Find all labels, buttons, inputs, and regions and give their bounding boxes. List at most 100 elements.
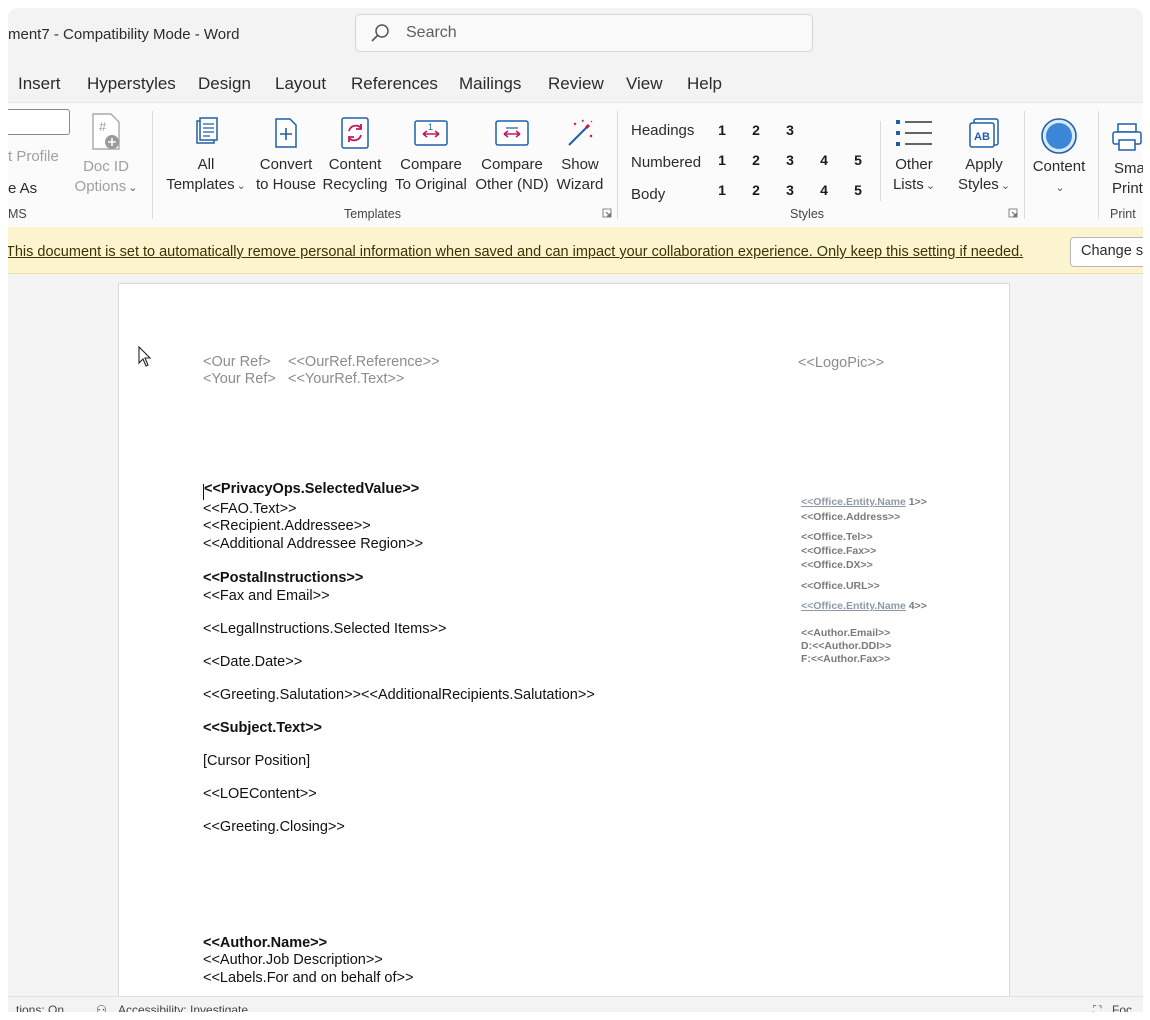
status-accessibility[interactable]: Accessibility: Investigate xyxy=(118,1003,248,1012)
postal-field: <<PostalInstructions>> xyxy=(203,570,364,586)
tab-help[interactable]: Help xyxy=(687,74,722,94)
save-as-button-partial[interactable]: e As xyxy=(8,179,37,199)
additional-addressee-field: <<Additional Addressee Region>> xyxy=(203,536,424,552)
mouse-pointer-icon xyxy=(138,346,152,367)
ribbon-tabs: Insert Hyperstyles Design Layout Referen… xyxy=(8,70,1143,100)
style-numbered-3[interactable]: 3 xyxy=(783,152,797,168)
styles-row-headings: Headings xyxy=(631,122,695,139)
show-wizard-button[interactable]: Show Wizard xyxy=(553,117,607,195)
doc-id-options-button[interactable]: # Doc ID Options ⌄ xyxy=(70,113,142,198)
logo-field: <<LogoPic>> xyxy=(798,355,885,371)
status-predictions[interactable]: tions: On xyxy=(16,1003,64,1012)
style-body-1[interactable]: 1 xyxy=(715,182,729,198)
name-box-partial[interactable] xyxy=(8,109,70,135)
change-setting-button[interactable]: Change se xyxy=(1070,237,1143,267)
fax-email-field: <<Fax and Email>> xyxy=(203,588,330,604)
status-focus[interactable]: Foc xyxy=(1112,1003,1132,1012)
search-box[interactable]: Search xyxy=(355,14,813,52)
group-label-templates: Templates xyxy=(344,207,401,221)
tab-review[interactable]: Review xyxy=(548,74,604,94)
separator xyxy=(617,111,618,219)
convert-label-1: Convert xyxy=(259,156,313,173)
style-numbered-1[interactable]: 1 xyxy=(715,152,729,168)
labels-behalf-field: <<Labels.For and on behalf of>> xyxy=(203,970,414,986)
styles-row-numbered: Numbered xyxy=(631,154,702,171)
tab-design[interactable]: Design xyxy=(198,74,251,94)
profile-button-partial[interactable]: t Profile xyxy=(8,147,59,167)
apply-styles-label-2: Styles xyxy=(957,176,999,193)
window-title: ment7 - Compatibility Mode - Word xyxy=(8,26,240,43)
content-label: Content xyxy=(1032,158,1086,175)
doc-id-label-1: Doc ID xyxy=(83,158,129,175)
bullet-list-icon xyxy=(896,120,932,146)
compare-original-label-2: To Original xyxy=(395,176,467,193)
convert-to-house-button[interactable]: Convert to House xyxy=(251,117,321,195)
compare-other-label-1: Compare xyxy=(481,156,543,173)
style-numbered-2[interactable]: 2 xyxy=(749,152,763,168)
templates-icon xyxy=(196,117,218,144)
content-button[interactable]: Content ⌄ xyxy=(1030,117,1088,198)
cursor-position-field: [Cursor Position] xyxy=(203,753,311,769)
author-job-field: <<Author.Job Description>> xyxy=(203,952,383,968)
smart-print-button[interactable]: Sma Print xyxy=(1108,123,1143,199)
chevron-down-icon: ⌄ xyxy=(128,182,138,194)
our-ref-label: <Our Ref> xyxy=(203,354,271,370)
compare-other-label-2: Other (ND) xyxy=(475,176,549,193)
privacy-message-bar: This document is set to automatically re… xyxy=(8,227,1143,274)
style-body-3[interactable]: 3 xyxy=(783,182,797,198)
separator xyxy=(880,121,881,201)
tab-insert[interactable]: Insert xyxy=(18,74,61,94)
svg-text:AB: AB xyxy=(974,131,990,143)
office-fax: <<Office.Fax>> xyxy=(801,545,877,557)
document-page[interactable]: <Our Ref> <<OurRef.Reference>> <Your Ref… xyxy=(118,283,1010,996)
tab-mailings[interactable]: Mailings xyxy=(459,74,521,94)
tab-view[interactable]: View xyxy=(626,74,663,94)
content-recycling-button[interactable]: Content Recycling xyxy=(322,117,388,195)
group-label-print: Print xyxy=(1110,207,1136,221)
apply-styles-button[interactable]: AB Apply Styles ⌄ xyxy=(950,117,1018,196)
other-lists-label-1: Other xyxy=(895,156,933,173)
style-body-5[interactable]: 5 xyxy=(851,182,865,198)
styles-row-body: Body xyxy=(631,186,666,203)
recycle-icon xyxy=(341,117,369,149)
style-numbered-4[interactable]: 4 xyxy=(817,152,831,168)
show-wizard-label-2: Wizard xyxy=(556,176,604,193)
ribbon: t Profile e As MS # Doc ID Options ⌄ All … xyxy=(8,102,1143,228)
apply-styles-label-1: Apply xyxy=(965,156,1003,173)
dialog-launcher-icon[interactable] xyxy=(1008,208,1018,218)
compare-other-icon xyxy=(495,120,529,146)
office-entity-1: <<Office.Entity.Name 1>> xyxy=(801,496,927,508)
style-numbered-5[interactable]: 5 xyxy=(851,152,865,168)
office-dx: <<Office.DX>> xyxy=(801,559,873,571)
style-body-4[interactable]: 4 xyxy=(817,182,831,198)
loe-content-field: <<LOEContent>> xyxy=(203,786,317,802)
dialog-launcher-icon[interactable] xyxy=(602,208,612,218)
tab-hyperstyles[interactable]: Hyperstyles xyxy=(87,74,176,94)
smart-print-label-2: Print xyxy=(1112,180,1143,197)
tab-references[interactable]: References xyxy=(351,74,438,94)
legal-field: <<LegalInstructions.Selected Items>> xyxy=(203,621,447,637)
smart-print-label-1: Sma xyxy=(1114,160,1143,177)
doc-id-label-2: Options xyxy=(74,178,127,195)
search-icon xyxy=(371,24,389,42)
all-templates-button[interactable]: All Templates ⌄ xyxy=(164,117,248,196)
tab-layout[interactable]: Layout xyxy=(275,74,326,94)
content-recycling-label-2: Recycling xyxy=(322,176,388,193)
wizard-wand-icon xyxy=(568,119,593,146)
style-heading-1[interactable]: 1 xyxy=(715,122,729,138)
all-templates-label-2: Templates xyxy=(166,176,235,193)
author-ddi: D:<<Author.DDI>> xyxy=(801,640,892,652)
show-wizard-label-1: Show xyxy=(561,156,599,173)
style-body-2[interactable]: 2 xyxy=(749,182,763,198)
style-heading-2[interactable]: 2 xyxy=(749,122,763,138)
subject-field: <<Subject.Text>> xyxy=(203,720,323,736)
other-lists-button[interactable]: Other Lists ⌄ xyxy=(886,117,942,196)
doc-id-icon: # xyxy=(92,113,120,150)
office-address: <<Office.Address>> xyxy=(801,511,901,523)
content-circle-icon xyxy=(1041,118,1077,154)
compare-other-button[interactable]: Compare Other (ND) xyxy=(473,117,551,195)
style-heading-3[interactable]: 3 xyxy=(783,122,797,138)
privacy-message-text[interactable]: This document is set to automatically re… xyxy=(8,244,1023,260)
title-bar: ment7 - Compatibility Mode - Word Search xyxy=(8,8,1143,60)
compare-to-original-button[interactable]: 1 Compare To Original xyxy=(392,117,470,195)
